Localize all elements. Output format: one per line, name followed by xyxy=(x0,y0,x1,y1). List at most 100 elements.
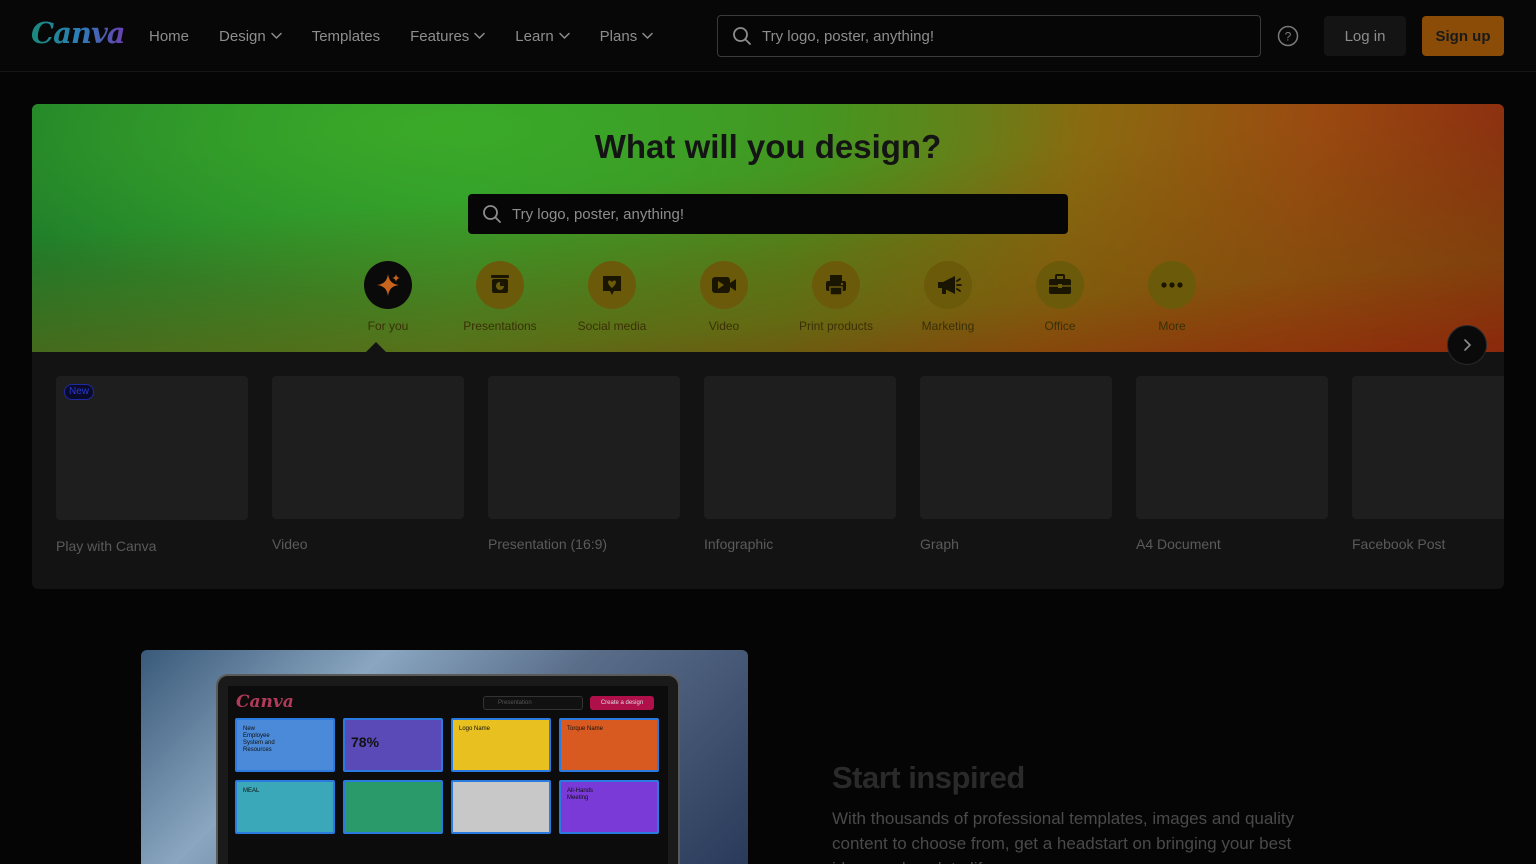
nav-item-design[interactable]: Design xyxy=(219,28,282,45)
start-inspired-text: With thousands of professional templates… xyxy=(832,809,1295,864)
hero-title: What will you design? xyxy=(594,128,942,165)
nav-item-plans[interactable]: Plans xyxy=(600,28,654,45)
header-search-input[interactable] xyxy=(762,27,1222,45)
search-icon xyxy=(733,27,751,45)
nav-item-home[interactable]: Home xyxy=(149,28,189,45)
design-tile-infographic[interactable]: Infographic xyxy=(704,376,896,552)
hero-search-box[interactable] xyxy=(468,194,1068,234)
design-thumbnail xyxy=(1136,376,1328,519)
nav-item-label: Templates xyxy=(311,27,381,45)
chevron-down-icon xyxy=(474,32,486,40)
category-icon-circle xyxy=(588,261,636,309)
mockup-card-text: Logo Name xyxy=(459,726,491,732)
design-tile-label: Presentation (16:9) xyxy=(488,536,608,552)
start-inspired-title: Start inspired xyxy=(832,760,1025,795)
design-tile-label: A4 Document xyxy=(1136,536,1221,552)
laptop-frame: Canva Presentation Create a design New E… xyxy=(216,674,680,864)
category-label: Video xyxy=(708,319,740,333)
printer-icon xyxy=(826,275,846,296)
category-label: For you xyxy=(367,319,409,333)
briefcase-icon xyxy=(1049,274,1071,294)
category-icon-circle xyxy=(924,261,972,309)
category-label: Presentations xyxy=(463,319,537,333)
signup-button[interactable]: Sign up xyxy=(1422,16,1504,56)
category-label: Office xyxy=(1044,319,1076,333)
design-tile-a4-document[interactable]: A4 Document xyxy=(1136,376,1328,552)
chevron-down-icon xyxy=(642,32,653,40)
design-tile-video[interactable]: Video xyxy=(272,376,464,552)
design-tile-label: Facebook Post xyxy=(1352,536,1446,552)
design-thumbnail xyxy=(1352,376,1504,519)
mockup-template-card: Logo Name xyxy=(451,718,551,772)
category-icon-circle xyxy=(812,261,860,309)
carousel-next-button[interactable] xyxy=(1447,325,1487,365)
design-tile-facebook-post[interactable]: Facebook Post xyxy=(1352,376,1504,552)
design-type-carousel: New Play with Canva Video Presentation (16:… xyxy=(56,376,1504,576)
category-office[interactable]: Office xyxy=(1004,261,1116,333)
design-tile-label: Play with Canva xyxy=(56,538,157,554)
category-label: More xyxy=(1158,319,1186,333)
question-circle-icon[interactable]: ? xyxy=(1277,25,1299,47)
chevron-right-icon xyxy=(1464,339,1472,351)
nav-item-label: Home xyxy=(149,27,190,45)
nav-item-label: Plans xyxy=(599,27,638,45)
nav-item-label: Features xyxy=(410,27,470,45)
design-thumbnail xyxy=(704,376,896,519)
video-camera-icon xyxy=(712,277,736,293)
nav-item-label: Design xyxy=(219,27,266,45)
mockup-template-card xyxy=(451,780,551,834)
nav-item-label: Learn xyxy=(515,27,554,45)
mockup-template-card: All-Hands Meeting xyxy=(559,780,659,834)
category-label: Social media xyxy=(577,319,647,333)
category-label: Print products xyxy=(798,319,874,333)
design-tile-label: Graph xyxy=(920,536,959,552)
nav-item-learn[interactable]: Learn xyxy=(515,27,570,45)
mockup-template-card: 78% xyxy=(343,718,443,772)
design-tile-play-with-canva[interactable]: New Play with Canva xyxy=(56,376,248,554)
design-thumbnail: New xyxy=(56,376,248,520)
nav-item-templates[interactable]: Templates xyxy=(312,28,380,45)
design-tile-presentation-16-9[interactable]: Presentation (16:9) xyxy=(488,376,680,552)
mockup-card-text: Torque Name xyxy=(567,726,604,732)
login-button[interactable]: Log in xyxy=(1324,16,1406,56)
sparkle-icon xyxy=(377,274,400,296)
header-search-box[interactable] xyxy=(717,15,1261,57)
more-dots-icon xyxy=(1161,282,1183,288)
mockup-template-card: Torque Name xyxy=(559,718,659,772)
mockup-template-card: MEAL xyxy=(235,780,335,834)
top-header: Canva Home Design Templates Features Learn Pl… xyxy=(0,0,1536,72)
presentation-icon xyxy=(491,275,509,293)
main-nav: Home Design Templates Features Learn Plans xyxy=(149,0,683,72)
design-tile-graph[interactable]: Graph xyxy=(920,376,1112,552)
design-tile-label: Video xyxy=(272,536,308,552)
hero-search-input[interactable] xyxy=(512,205,1032,223)
category-social-media[interactable]: Social media xyxy=(556,261,668,333)
design-thumbnail xyxy=(920,376,1112,519)
mockup-template-card xyxy=(343,780,443,834)
chevron-down-icon xyxy=(270,32,282,40)
category-video[interactable]: Video xyxy=(668,261,780,333)
category-for-you[interactable]: For you xyxy=(332,261,444,333)
megaphone-icon xyxy=(938,276,962,294)
nav-item-features[interactable]: Features xyxy=(410,27,486,45)
laptop-mockup-image: Canva Presentation Create a design New E… xyxy=(141,650,748,864)
mockup-card-number: 78% xyxy=(351,734,380,750)
search-icon xyxy=(483,205,501,223)
category-label: Marketing xyxy=(921,319,975,333)
heart-chat-icon xyxy=(603,276,621,295)
category-print-products[interactable]: Print products xyxy=(780,261,892,333)
category-icon-circle xyxy=(700,261,748,309)
category-presentations[interactable]: Presentations xyxy=(444,261,556,333)
mockup-logo: Canva xyxy=(236,692,294,712)
active-category-pointer xyxy=(366,342,386,352)
laptop-screen: Canva Presentation Create a design New E… xyxy=(228,686,668,864)
category-more[interactable]: More xyxy=(1116,261,1228,333)
category-icon-circle xyxy=(476,261,524,309)
canva-logo[interactable]: Canva xyxy=(31,16,126,50)
mockup-template-card: New Employee System and Resources xyxy=(235,718,335,772)
design-thumbnail xyxy=(488,376,680,519)
chevron-down-icon xyxy=(558,32,570,40)
category-marketing[interactable]: Marketing xyxy=(892,261,1004,333)
category-icon-circle xyxy=(364,261,412,309)
category-icon-circle xyxy=(1148,261,1196,309)
